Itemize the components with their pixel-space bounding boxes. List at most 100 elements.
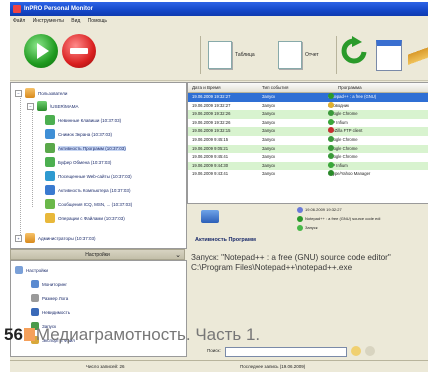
settings-item-stealth[interactable]: Невидимость	[31, 307, 70, 317]
cell-program: Google Chrome	[328, 144, 358, 154]
cell-program: QIP Infium	[328, 118, 348, 128]
column-header-event-type[interactable]: Тип события	[262, 83, 288, 92]
tree-item-keystrokes[interactable]: Невинные Клавиши (10:37:03)	[45, 114, 121, 126]
user-icon	[37, 101, 47, 111]
cell-event-type: Запуск	[262, 111, 276, 117]
run-icon	[297, 225, 303, 231]
tree-item-label: Операции с Файлами (10:37:03)	[58, 215, 125, 221]
keyboard-icon	[45, 115, 55, 125]
cell-datetime: 19.06.2009 19:32:26	[192, 119, 231, 125]
column-header-datetime[interactable]: Дата и Время	[192, 83, 221, 92]
title-bar: InPRO Personal Monitor	[10, 2, 428, 16]
cell-datetime: 19.06.2009 9:05:21	[192, 145, 229, 151]
screenshot-icon	[45, 129, 55, 139]
programs-icon	[45, 143, 55, 153]
cell-program-name: Notepad++ : a free (GNU)	[328, 94, 377, 99]
cell-program: Проводник	[328, 101, 349, 111]
event-detail-panel: 19.06.2009 19:32:27 Notepad++ : a free (…	[187, 204, 428, 247]
cell-event-type: Запуск	[262, 94, 276, 99]
cell-datetime: 19.06.2009 19:32:15	[192, 128, 231, 134]
settings-item-label: Настройки	[26, 267, 49, 273]
clear-log-icon[interactable]	[408, 36, 428, 70]
settings-panel-header[interactable]: Настройки ⌄	[10, 249, 185, 260]
menu-view[interactable]: Вид	[68, 18, 83, 24]
column-header-program[interactable]: Программа	[338, 83, 362, 92]
settings-item-monitoring[interactable]: Мониторинг	[31, 279, 67, 289]
start-monitoring-button[interactable]	[24, 34, 58, 68]
settings-item-settings[interactable]: Настройки	[15, 265, 48, 275]
admins-icon	[25, 233, 35, 243]
window-title: InPRO Personal Monitor	[24, 6, 94, 12]
cell-datetime: 19.06.2009 9:45:41	[192, 154, 229, 160]
table-view-button[interactable]: Таблица	[208, 38, 255, 72]
users-icon	[25, 88, 35, 98]
tree-item-label: Посещенные Web-сайты (10:37:03)	[58, 173, 132, 179]
search-input[interactable]	[225, 347, 347, 357]
collapse-icon[interactable]: −	[27, 102, 34, 110]
clock-icon	[297, 207, 303, 213]
status-last-record: Последнее запись (19.06.2009)	[240, 364, 306, 369]
tree-item-screenshots[interactable]: Снимок Экрана (10:37:03)	[45, 128, 112, 140]
calendar-icon[interactable]	[376, 40, 402, 71]
tree-item-activity[interactable]: Активность Компьютера (10:37:03)	[45, 184, 130, 196]
program-icon	[328, 118, 334, 125]
events-table: Дата и Время Тип события Программа 19.06…	[187, 82, 428, 204]
table-row[interactable]: 19.06.2009 9:45:15 Запуск Google Chrome	[188, 136, 428, 145]
cell-event-type: Запуск	[262, 119, 276, 125]
table-row[interactable]: 19.06.2009 19:32:26 Запуск Google Chrome	[188, 110, 428, 119]
tree-item-messengers[interactable]: Сообщения ICQ, MSN, ... (10:37:03)	[45, 198, 132, 210]
program-icon	[328, 144, 334, 151]
expand-icon[interactable]: +	[15, 234, 22, 242]
table-row[interactable]: 19.06.2009 19:32:27 Запуск Notepad++ : a f…	[188, 93, 428, 102]
tree-root-label: Пользователи	[38, 90, 68, 96]
detail-section-title: Активность Программ	[195, 237, 256, 243]
settings-item-log-size[interactable]: Размер Лога	[31, 293, 68, 303]
cell-datetime: 19.06.2009 9:45:15	[192, 137, 229, 142]
table-row[interactable]: 19.06.2009 9:45:41 Запуск Google Chrome	[188, 153, 428, 162]
report-view-button[interactable]: Отчет	[278, 38, 319, 72]
search-icon[interactable]	[351, 346, 361, 356]
tree-item-programs[interactable]: Активность Программ (10:37:03)	[45, 142, 126, 154]
menu-bar: Файл Инструменты Вид Помощь	[10, 16, 428, 26]
detail-program: Notepad++ : a free (GNU) source code edi	[297, 215, 380, 223]
page-number: 56	[4, 325, 23, 344]
chapter-marker	[23, 328, 35, 341]
tree-node-admins[interactable]: + Администраторы (10:37:03)	[15, 232, 95, 244]
tree-admin-label: Администраторы (10:37:03)	[38, 235, 96, 241]
cell-program: Google Chrome	[328, 153, 358, 162]
table-row[interactable]: 19.06.2009 19:32:26 Запуск QIP Infium	[188, 118, 428, 128]
table-row[interactable]: 19.06.2009 9:05:21 Запуск Google Chrome	[188, 144, 428, 154]
toolbar-separator	[200, 36, 201, 74]
detail-program-value: Notepad++ : a free (GNU) source code edi	[305, 216, 381, 221]
report-icon	[278, 41, 302, 69]
cell-datetime: 19.06.2009 9:44:30	[192, 162, 229, 168]
tree-node-users[interactable]: − Пользователи	[15, 87, 67, 99]
collapse-icon[interactable]: −	[15, 89, 22, 97]
folder-icon	[45, 213, 55, 223]
event-log-text: Запуск: "Notepad++ : a free (GNU) source…	[191, 253, 428, 273]
cell-event-type: Запуск	[262, 162, 276, 168]
search-label: Поиск:	[207, 348, 221, 353]
table-row[interactable]: 19.06.2009 9:44:30 Запуск QIP Infium	[188, 161, 428, 171]
tree-item-files[interactable]: Операции с Файлами (10:37:03)	[45, 212, 125, 224]
refresh-icon[interactable]	[340, 36, 368, 68]
help-icon[interactable]	[365, 346, 375, 356]
tree-user-label: \USER\МАМА	[50, 103, 79, 109]
table-row[interactable]: 19.06.2009 9:43:41 Запуск Skype/Yahoo Mana…	[188, 170, 428, 179]
wrench-icon	[15, 266, 23, 274]
menu-tools[interactable]: Инструменты	[30, 18, 67, 24]
table-row[interactable]: 19.06.2009 19:32:15 Запуск FileZilla FTP c…	[188, 127, 428, 136]
menu-help[interactable]: Помощь	[85, 18, 110, 24]
cell-datetime: 19.06.2009 19:32:27	[192, 102, 231, 108]
detail-datetime: 19.06.2009 19:32:27	[297, 206, 342, 214]
stop-monitoring-button[interactable]	[62, 34, 96, 68]
cell-event-type: Запуск	[262, 137, 276, 142]
tree-item-websites[interactable]: Посещенные Web-сайты (10:37:03)	[45, 170, 132, 182]
caption-text: Медиаграмотность. Часть 1.	[35, 325, 261, 344]
tree-node-user[interactable]: − \USER\МАМА	[27, 100, 79, 112]
cell-program: Google Chrome	[328, 136, 358, 145]
menu-file[interactable]: Файл	[10, 18, 28, 24]
stealth-icon	[31, 308, 39, 316]
table-row[interactable]: 19.06.2009 19:32:27 Запуск Проводник	[188, 101, 428, 111]
tree-item-clipboard[interactable]: Буфер Обмена (10:37:03)	[45, 156, 111, 168]
